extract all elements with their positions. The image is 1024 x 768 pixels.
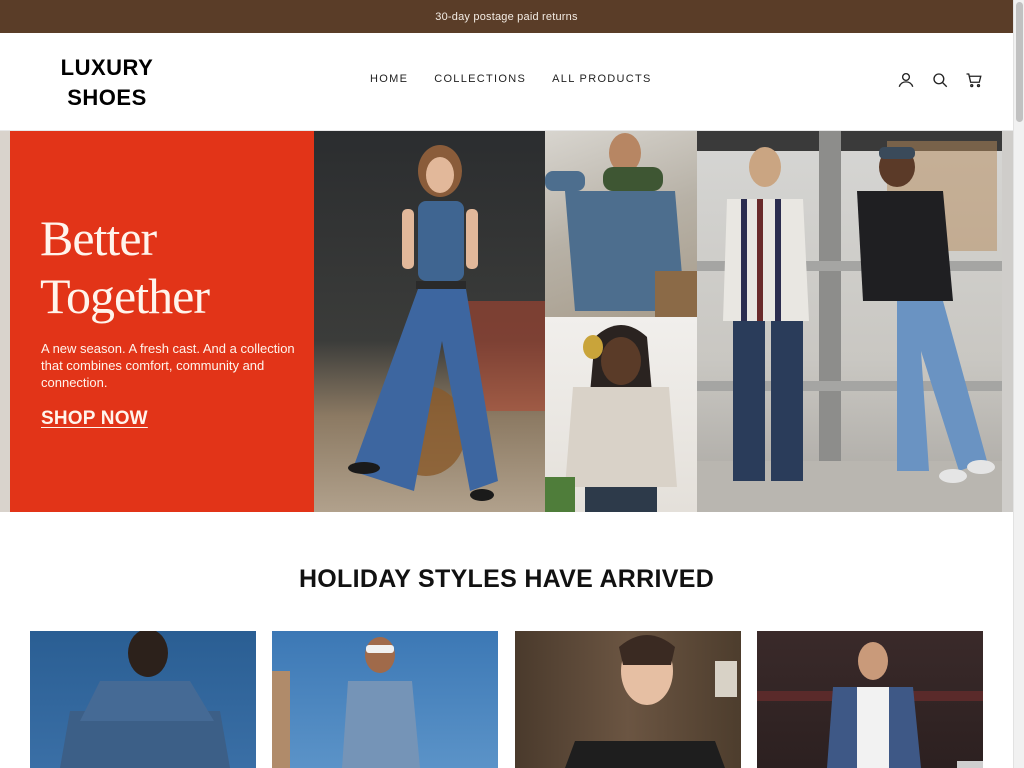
hero-photo-woman-pear — [545, 317, 697, 512]
product-grid — [30, 631, 983, 768]
cart-icon[interactable] — [965, 71, 983, 89]
announcement-bar: 30-day postage paid returns — [0, 0, 1013, 33]
hero-title-line-2: Together — [40, 268, 210, 324]
nav-home[interactable]: HOME — [370, 73, 408, 85]
nav-all-products[interactable]: ALL PRODUCTS — [552, 73, 652, 85]
product-card-3[interactable] — [515, 631, 741, 768]
product-card-2[interactable] — [272, 631, 498, 768]
hero-banner[interactable]: Better Together A new season. A fresh ca… — [0, 131, 1013, 512]
denim-woman-illustration — [348, 145, 545, 501]
store-logo[interactable]: LUXURY SHOES — [52, 53, 162, 113]
shop-now-link[interactable]: SHOP NOW — [41, 408, 148, 430]
hero-title-line-1: Better — [40, 210, 157, 266]
card-4-image — [757, 642, 983, 768]
card-2-image — [272, 637, 420, 768]
announcement-text: 30-day postage paid returns — [435, 10, 578, 23]
site-header: LUXURY SHOES HOME COLLECTIONS ALL PRODUC… — [0, 33, 1013, 131]
logo-line-1: LUXURY — [60, 55, 154, 80]
header-icons — [897, 71, 983, 89]
hero-photo-denim-woman — [314, 131, 545, 512]
featured-section-title: HOLIDAY STYLES HAVE ARRIVED — [298, 565, 715, 593]
man-jacket-illustration — [545, 133, 697, 317]
nav-collections[interactable]: COLLECTIONS — [434, 73, 526, 85]
page-scrollbar[interactable] — [1013, 0, 1024, 768]
scrollbar-thumb[interactable] — [1016, 2, 1023, 122]
search-icon[interactable] — [931, 71, 949, 89]
product-card-4[interactable] — [757, 631, 983, 768]
hero-promo-panel: Better Together A new season. A fresh ca… — [10, 131, 314, 512]
product-card-1[interactable] — [30, 631, 256, 768]
hero-photo-man-jacket — [545, 131, 697, 317]
main-nav: HOME COLLECTIONS ALL PRODUCTS — [370, 73, 652, 85]
hero-description: A new season. A fresh cast. And a collec… — [41, 341, 295, 390]
hero-title: Better Together — [40, 209, 300, 325]
woman-pear-illustration — [545, 325, 677, 512]
two-men-illustration — [697, 131, 1002, 512]
card-1-image — [60, 631, 230, 768]
account-icon[interactable] — [897, 71, 915, 89]
hero-edge-left — [0, 131, 10, 512]
hero-edge-right — [1002, 131, 1013, 512]
card-3-image — [565, 635, 737, 768]
hero-photo-two-men — [697, 131, 1002, 512]
logo-line-2: SHOES — [67, 85, 147, 110]
